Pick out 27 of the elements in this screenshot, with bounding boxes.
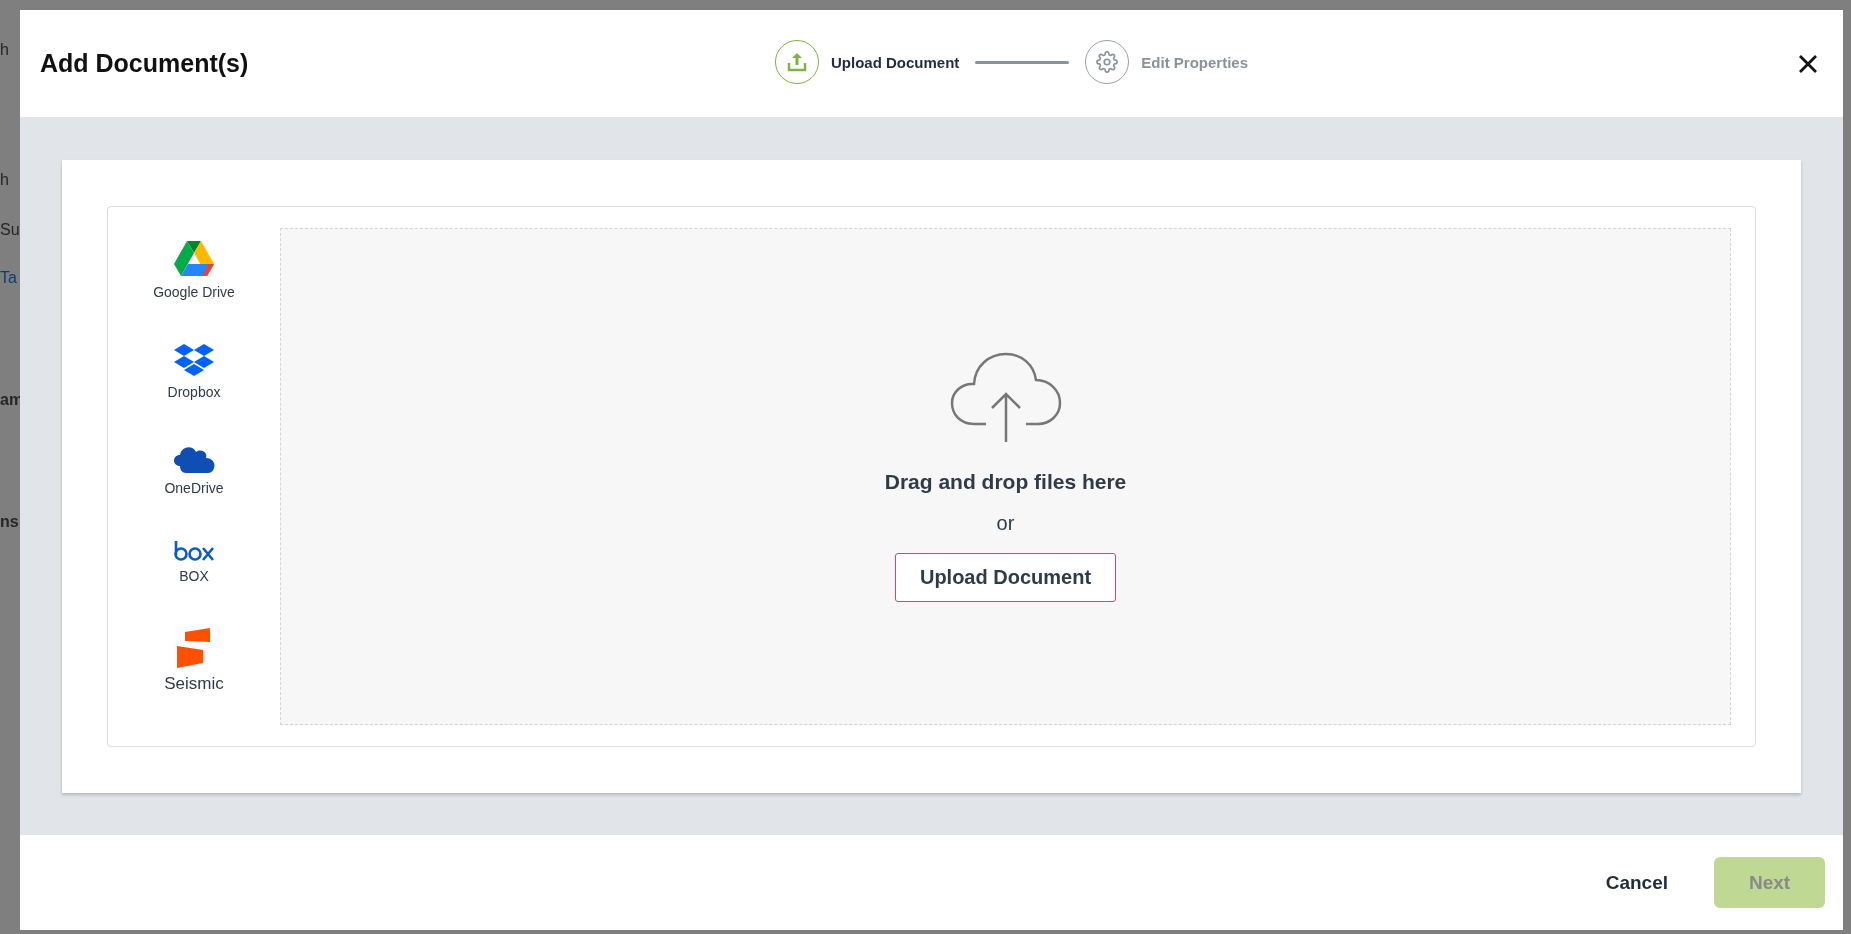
step-label: Upload Document	[831, 53, 960, 71]
gear-icon	[1096, 51, 1119, 73]
cloud-icon	[172, 444, 216, 474]
source-option[interactable]: Dropbox	[167, 344, 221, 400]
background-text: Su	[0, 220, 20, 240]
source-option[interactable]: Google Drive	[153, 240, 235, 300]
source-option[interactable]: OneDrive	[164, 444, 224, 496]
dialog-title: Add Document(s)	[40, 49, 249, 78]
drop-prompt: Drag and drop files here	[884, 469, 1127, 494]
background-text: h	[0, 170, 10, 190]
seismic-logo-icon	[176, 628, 212, 668]
drive-triangle-icon	[173, 240, 215, 278]
box-logo-icon	[173, 540, 215, 562]
step-label: Edit Properties	[1141, 53, 1249, 71]
dropbox-icon	[174, 344, 214, 378]
cloud-upload-icon	[949, 351, 1062, 444]
or-separator: or	[996, 511, 1015, 535]
upload-document-button[interactable]: Upload Document	[894, 552, 1117, 602]
drop-zone[interactable]: Drag and drop files here or Upload Document	[280, 228, 1731, 725]
background-text: ns	[0, 512, 20, 532]
background-text: h	[0, 40, 10, 60]
source-option[interactable]: Seismic	[164, 628, 224, 694]
upload-icon	[786, 51, 808, 73]
close-icon	[1797, 52, 1819, 75]
background-text: Ta	[0, 268, 18, 288]
cancel-button[interactable]: Cancel	[1599, 870, 1674, 895]
source-option[interactable]: BOX	[173, 540, 215, 584]
